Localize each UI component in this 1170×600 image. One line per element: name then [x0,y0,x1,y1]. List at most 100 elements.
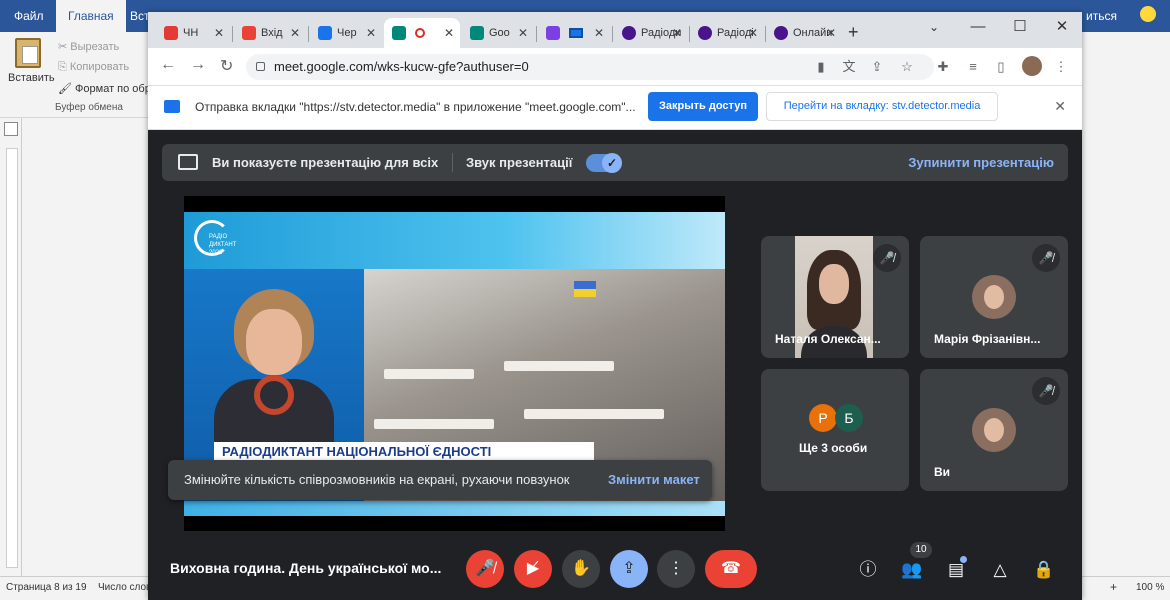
presentation-audio-toggle[interactable]: ✓ [586,153,622,173]
share-label[interactable]: иться [1086,9,1117,23]
people-icon[interactable]: 👥 [900,558,924,582]
minimize-button[interactable]: — [958,14,998,40]
menu-kebab-icon[interactable]: ⋮ [1052,58,1070,76]
browser-tab-9[interactable]: Онлайн ✕ [766,18,842,48]
back-icon[interactable]: ← [160,56,176,74]
url-text: meet.google.com/wks-kucw-gfe?authuser=0 [274,59,529,74]
word-count[interactable]: Число слов [98,582,151,593]
share-icon[interactable]: ⇪ [868,58,886,76]
zoom-in-icon[interactable]: + [1110,580,1117,594]
avatar-initial: Р [809,404,837,432]
tab-file[interactable]: Файл [2,0,56,32]
raise-hand-button[interactable]: ✋ [562,550,600,588]
radiodictant-logo: РАДІО ДИКТАНТ 2022 [194,220,236,256]
check-icon: ✓ [602,153,622,173]
close-window-button[interactable]: ✕ [1042,14,1082,40]
word-left-panel [0,118,22,576]
participant-tile[interactable]: 🎤̸ Наталя Олексан... [761,236,909,358]
close-tab-icon[interactable]: ✕ [444,18,454,48]
close-tab-icon[interactable]: ✕ [290,18,300,48]
participant-name: Наталя Олексан... [775,332,881,346]
lock-icon [256,62,265,71]
avatar-initial: Б [835,404,863,432]
participant-tile[interactable]: 🎤̸ Марія Фрізанівн... [920,236,1068,358]
calendar-icon [318,26,332,41]
more-options-button[interactable]: ⋮ [657,550,695,588]
browser-tab-8[interactable]: Радіоді ✕ [690,18,764,48]
extensions-icon[interactable]: ✚ [934,58,952,76]
browser-tab-5[interactable]: Goo ✕ [462,18,534,48]
close-tab-icon[interactable]: ✕ [518,18,528,48]
share-tab-icon [164,100,180,113]
stop-presenting-button[interactable]: Зупинити презентацію [908,155,1054,170]
leave-call-button[interactable]: ☎ [705,550,757,588]
browser-tab-7[interactable]: Радіоди ✕ [614,18,688,48]
format-painter-button[interactable]: 🖌 Формат по обр [58,82,151,95]
clipboard-group-label: Буфер обмена [55,102,123,113]
info-icon[interactable]: ⓘ [856,558,880,582]
camera-toggle-button[interactable]: ▶̸ [514,550,552,588]
change-layout-link[interactable]: Змінити макет [608,460,700,500]
copy-button[interactable]: ⎘ Копировать [58,61,129,74]
others-tile[interactable]: Р Б Ще 3 особи [761,369,909,491]
close-tab-icon[interactable]: ✕ [366,18,376,48]
tab-strip: ЧН ✕ Вхід ✕ Чер ✕ ✕ Goo ✕ ✕ Радіоди ✕ Радіоді… [148,12,1082,48]
browser-tab-2[interactable]: Вхід ✕ [234,18,306,48]
activities-icon[interactable]: △ [988,558,1012,582]
close-tab-icon[interactable]: ✕ [672,18,682,48]
chat-notification-dot [960,556,967,563]
mic-toggle-button[interactable]: 🎤̸ [466,550,504,588]
close-tab-icon[interactable]: ✕ [826,18,836,48]
chrome-window: ЧН ✕ Вхід ✕ Чер ✕ ✕ Goo ✕ ✕ Радіоди ✕ Радіоді… [148,12,1082,600]
forward-icon[interactable]: → [190,56,206,74]
new-tab-button[interactable]: + [848,22,859,43]
site-icon [698,26,712,41]
close-tab-icon[interactable]: ✕ [748,18,758,48]
tab-label: Чер [337,27,357,39]
recording-icon [415,28,425,39]
browser-tab-4-active[interactable]: ✕ [384,18,460,48]
present-button[interactable]: ⇪ [610,550,648,588]
site-icon [774,26,788,41]
address-bar[interactable]: meet.google.com/wks-kucw-gfe?authuser=0 [246,54,934,80]
tab-stop-selector[interactable] [4,122,18,136]
bookmark-star-icon[interactable]: ☆ [898,58,916,76]
tab-home[interactable]: Главная [56,0,126,32]
close-icon[interactable]: ✕ [1054,98,1066,115]
reload-icon[interactable]: ↻ [220,56,233,76]
browser-tab-1[interactable]: ЧН ✕ [156,18,230,48]
close-tab-icon[interactable]: ✕ [594,18,604,48]
meet-icon [392,26,406,41]
paste-button[interactable]: Вставить [8,38,55,84]
close-access-button[interactable]: Закрыть доступ [648,92,758,121]
host-controls-icon[interactable]: 🔒 [1032,558,1056,582]
translate-icon[interactable]: 文 [840,58,858,76]
share-message: Отправка вкладки "https://stv.detector.m… [195,100,636,114]
clipboard-icon [15,38,41,68]
browser-tab-3[interactable]: Чер ✕ [310,18,382,48]
smiley-icon[interactable] [1140,6,1156,22]
browser-tab-6[interactable]: ✕ [538,18,610,48]
side-panel-icon[interactable]: ▯ [992,58,1010,76]
zoom-level[interactable]: 100 % [1136,582,1164,593]
tab-search-icon[interactable]: ⌄ [914,14,954,40]
people-count-badge: 10 [910,542,932,558]
page-count[interactable]: Страница 8 из 19 [6,582,87,593]
avatar [972,275,1016,319]
tab-share-infobar: Отправка вкладки "https://stv.detector.m… [148,86,1082,130]
cut-button[interactable]: ✂ Вырезать [58,40,119,53]
word-ribbon: Вставить ✂ Вырезать ⎘ Копировать 🖌 Форма… [0,32,151,118]
go-to-tab-button[interactable]: Перейти на вкладку: stv.detector.media [766,92,998,121]
self-name: Ви [934,465,951,479]
camera-icon[interactable]: ▮ [812,58,830,76]
media-control-icon[interactable]: ≡ [964,58,982,76]
tab-divider [612,26,613,42]
close-tab-icon[interactable]: ✕ [214,18,224,48]
tab-label: ЧН [183,27,199,39]
self-tile[interactable]: 🎤̸ Ви [920,369,1068,491]
browser-toolbar: ← → ↻ meet.google.com/wks-kucw-gfe?authu… [148,48,1082,86]
maximize-button[interactable]: ☐ [1000,14,1040,40]
profile-avatar[interactable] [1022,56,1042,76]
tab-divider [536,26,537,42]
vertical-ruler [6,148,18,568]
